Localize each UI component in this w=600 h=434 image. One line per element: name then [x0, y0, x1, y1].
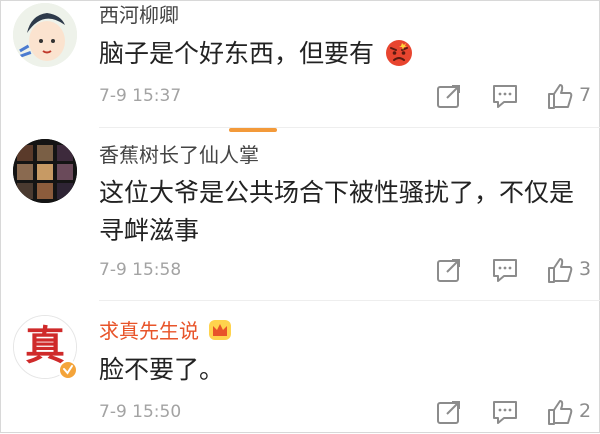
comment-actions: 7	[431, 82, 600, 112]
comment-actions: 3	[431, 256, 600, 286]
comment-icon[interactable]	[491, 398, 519, 426]
like-count: 2	[579, 400, 592, 422]
like-icon[interactable]	[546, 256, 574, 284]
comment-text: 脸不要了。	[99, 355, 225, 384]
comment-feed: 西河柳卿 脑子是个好东西，但要有 7-9 15:37 7 香蕉树长了仙人掌 这位…	[1, 1, 600, 434]
crown-badge-icon	[209, 320, 232, 340]
comment-username[interactable]: 求真先生说	[99, 319, 232, 343]
comment-icon[interactable]	[491, 82, 519, 110]
angry-face-icon	[385, 40, 412, 66]
like-icon[interactable]	[546, 398, 574, 426]
comment-actions: 2	[431, 398, 600, 428]
avatar[interactable]: 真	[13, 315, 78, 380]
comment-timestamp: 7-9 15:50	[99, 402, 182, 422]
comment-text-content: 脑子是个好东西，但要有	[99, 39, 375, 68]
comment-timestamp: 7-9 15:58	[99, 260, 182, 280]
comment-username[interactable]: 香蕉树长了仙人掌	[99, 143, 259, 167]
comment-item: 西河柳卿 脑子是个好东西，但要有 7-9 15:37 7	[1, 1, 600, 129]
comment-timestamp: 7-9 15:37	[99, 86, 182, 106]
comment-item: 真 求真先生说 脸不要了。 7-9 15:50 2	[1, 301, 600, 434]
verified-badge-icon	[58, 360, 78, 380]
comment-icon[interactable]	[491, 256, 519, 284]
share-icon[interactable]	[435, 82, 463, 110]
divider	[99, 127, 600, 128]
like-icon[interactable]	[546, 82, 574, 110]
comment-username-text: 求真先生说	[99, 319, 199, 343]
like-count: 7	[579, 84, 592, 106]
like-count: 3	[579, 258, 592, 280]
comment-text: 脑子是个好东西，但要有	[99, 35, 579, 73]
comment-text: 这位大爷是公共场合下被性骚扰了，不仅是寻衅滋事	[99, 178, 575, 245]
avatar[interactable]	[13, 3, 77, 67]
comment-username[interactable]: 西河柳卿	[99, 3, 179, 27]
comment-item: 香蕉树长了仙人掌 这位大爷是公共场合下被性骚扰了，不仅是寻衅滋事 7-9 15:…	[1, 129, 600, 301]
avatar[interactable]	[13, 139, 77, 203]
share-icon[interactable]	[435, 398, 463, 426]
share-icon[interactable]	[435, 256, 463, 284]
